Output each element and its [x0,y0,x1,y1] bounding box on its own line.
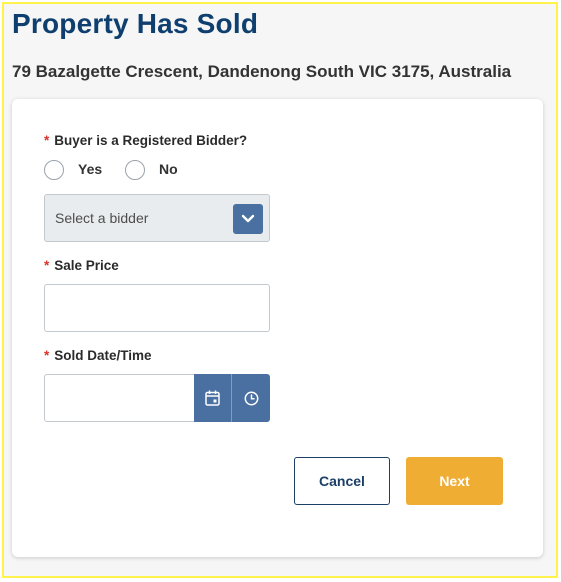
sold-datetime-text: Sold Date/Time [54,348,152,363]
sale-price-input[interactable] [44,284,270,332]
date-picker-button[interactable] [194,374,232,422]
sale-price-text: Sale Price [54,258,119,273]
chevron-down-icon [241,214,255,223]
sold-datetime-input[interactable] [44,374,195,422]
bidder-select-value: Select a bidder [55,210,149,226]
radio-no-label[interactable]: No [159,161,178,177]
clock-icon [244,391,258,405]
bidder-select[interactable]: Select a bidder [44,194,270,242]
calendar-icon [205,390,220,406]
required-marker: * [44,348,50,363]
radio-yes[interactable] [44,160,64,180]
next-button[interactable]: Next [406,457,503,505]
required-marker: * [44,258,50,273]
page-title: Property Has Sold [12,8,259,39]
cancel-button[interactable]: Cancel [294,457,390,505]
bidder-select-toggle[interactable] [233,204,263,234]
radio-yes-label[interactable]: Yes [78,161,102,177]
sale-price-label: * Sale Price [44,258,119,273]
buyer-registered-label: * Buyer is a Registered Bidder? [44,133,247,148]
time-picker-button[interactable] [232,374,270,422]
property-address: 79 Bazalgette Crescent, Dandenong South … [12,62,512,81]
sold-datetime-label: * Sold Date/Time [44,348,152,363]
buyer-registered-text: Buyer is a Registered Bidder? [54,133,248,148]
required-marker: * [44,133,50,148]
radio-no[interactable] [125,160,145,180]
